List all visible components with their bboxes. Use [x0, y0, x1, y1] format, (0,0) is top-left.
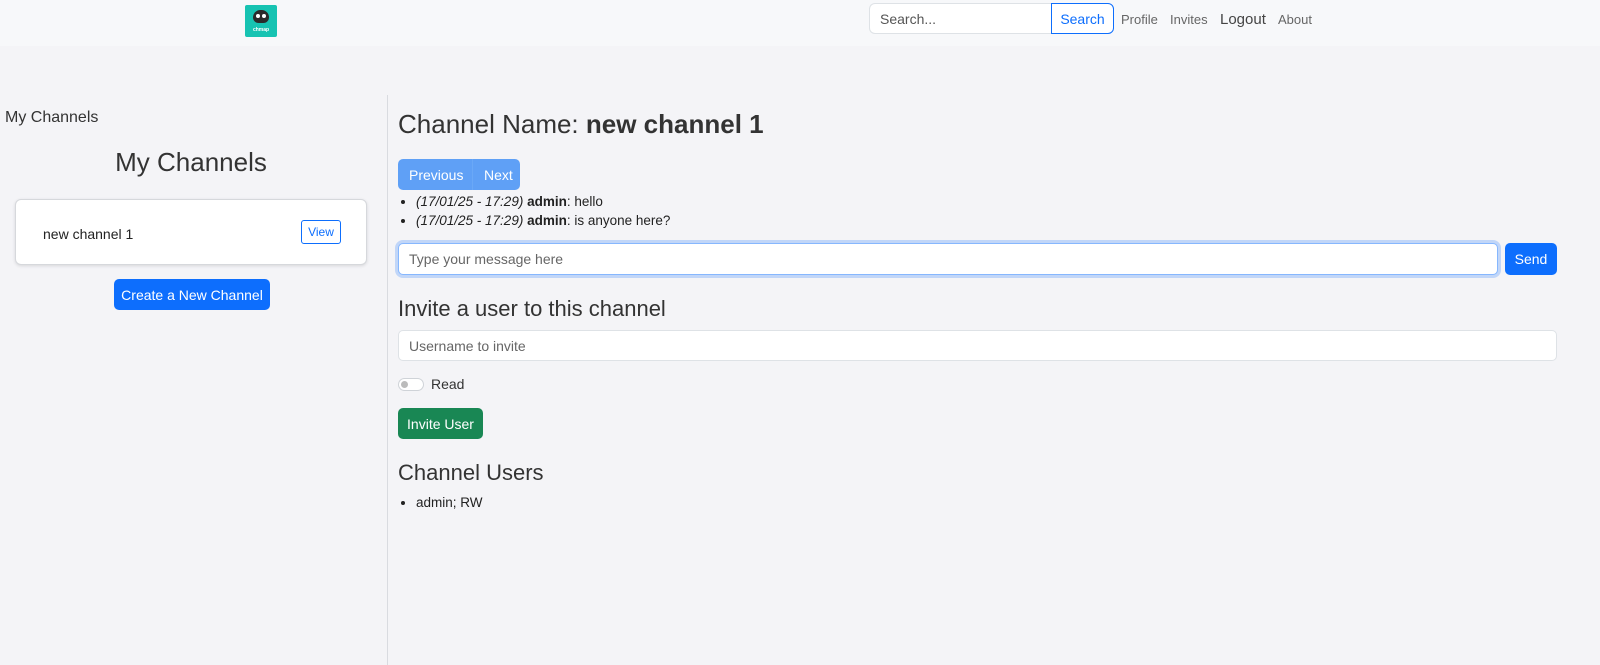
- previous-page-button[interactable]: Previous: [398, 159, 472, 190]
- invite-username-input[interactable]: [398, 330, 1557, 361]
- message-text: : hello: [566, 194, 603, 209]
- view-channel-button[interactable]: View: [301, 220, 341, 244]
- message-user: admin: [527, 194, 567, 209]
- message-text: : is anyone here?: [566, 213, 671, 228]
- invite-heading: Invite a user to this channel: [398, 296, 666, 321]
- channel-title-name: new channel 1: [585, 109, 764, 139]
- nav-link-about[interactable]: About: [1278, 12, 1312, 27]
- message-timestamp: (17/01/25 - 17:29): [416, 194, 524, 209]
- monkey-icon: [253, 10, 269, 23]
- message-item: (17/01/25 - 17:29) admin: is anyone here…: [416, 211, 670, 230]
- message-item: (17/01/25 - 17:29) admin: hello: [416, 192, 670, 211]
- message-user: admin: [527, 213, 567, 228]
- create-channel-button[interactable]: Create a New Channel: [114, 279, 270, 310]
- channel-users-list: admin; RW: [398, 493, 483, 512]
- channel-main-panel: Channel Name: new channel 1 Previous Nex…: [388, 95, 1600, 665]
- channel-users-heading: Channel Users: [398, 460, 544, 485]
- message-pager: Previous Next: [398, 159, 520, 190]
- channel-title: Channel Name: new channel 1: [398, 109, 764, 140]
- nav-link-invites[interactable]: Invites: [1170, 12, 1208, 27]
- message-timestamp: (17/01/25 - 17:29): [416, 213, 524, 228]
- channels-sidebar: My Channels My Channels new channel 1 Vi…: [0, 95, 388, 665]
- next-page-button[interactable]: Next: [472, 159, 520, 190]
- sidebar-label: My Channels: [5, 109, 99, 126]
- search-input[interactable]: [869, 3, 1052, 34]
- sidebar-heading: My Channels: [115, 147, 267, 177]
- channel-user-item: admin; RW: [416, 493, 483, 512]
- message-input[interactable]: [398, 243, 1498, 275]
- read-permission-toggle[interactable]: [398, 378, 424, 391]
- send-button[interactable]: Send: [1505, 243, 1557, 275]
- top-navbar: chmap Search Profile Invites Logout Abou…: [0, 0, 1600, 46]
- channel-title-prefix: Channel Name:: [398, 109, 586, 139]
- read-permission-label: Read: [431, 376, 465, 392]
- nav-link-logout[interactable]: Logout: [1220, 11, 1266, 28]
- invite-user-button[interactable]: Invite User: [398, 408, 483, 439]
- app-logo[interactable]: chmap: [245, 5, 277, 37]
- channel-card: new channel 1 View: [15, 199, 367, 265]
- toggle-knob: [401, 381, 408, 388]
- search-button[interactable]: Search: [1051, 3, 1114, 34]
- nav-link-profile[interactable]: Profile: [1121, 12, 1158, 27]
- message-list: (17/01/25 - 17:29) admin: hello (17/01/2…: [398, 192, 670, 230]
- logo-wordmark: chmap: [252, 27, 270, 33]
- channel-card-name: new channel 1: [43, 226, 134, 242]
